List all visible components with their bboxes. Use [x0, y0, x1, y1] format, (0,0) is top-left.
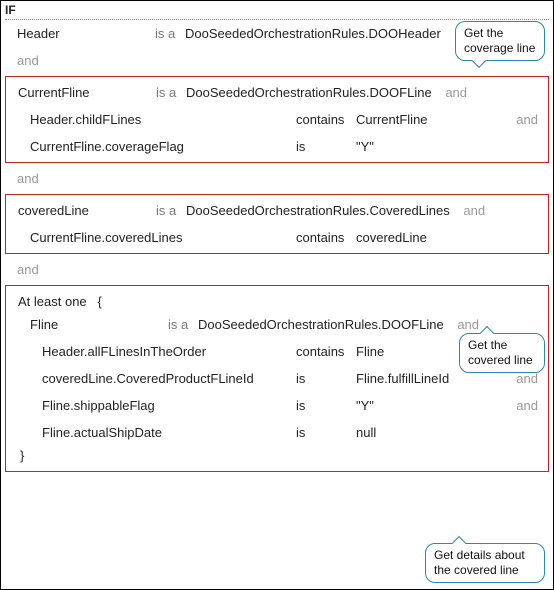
condition-left: Fline.shippableFlag — [6, 398, 296, 413]
condition-left: coveredLine.CoveredProductFLineId — [6, 371, 296, 386]
and-connector: and — [445, 85, 467, 100]
condition-block-1: CurrentFline is a DooSeededOrchestration… — [5, 76, 549, 163]
condition-value: "Y" — [356, 139, 508, 154]
condition-left: Header.childFLines — [6, 112, 296, 127]
condition-op: is — [296, 371, 356, 386]
condition-block-2: coveredLine is a DooSeededOrchestrationR… — [5, 194, 549, 254]
condition-value: Fline.fulfillLineId — [356, 371, 508, 386]
variable-name: CurrentFline — [6, 85, 156, 100]
condition-op: contains — [296, 344, 356, 359]
condition-left: Fline.actualShipDate — [6, 425, 296, 440]
condition-line: CurrentFline.coveredLines contains cover… — [6, 224, 548, 251]
if-keyword: IF — [1, 1, 553, 17]
callout-covered-line: Get the covered line — [459, 333, 545, 373]
and-connector: and — [508, 371, 548, 386]
condition-value: null — [356, 425, 508, 440]
type-text: DooSeededOrchestrationRules.DOOFLine — [198, 317, 444, 332]
condition-block-3: At least one { Fline is a DooSeededOrche… — [5, 285, 549, 472]
and-connector: and — [508, 398, 548, 413]
is-a-label: is a — [168, 317, 198, 332]
variable-name: coveredLine — [6, 203, 156, 218]
open-brace: { — [98, 294, 102, 309]
rule-body: Header is a DooSeededOrchestrationRules.… — [1, 20, 553, 478]
condition-left: Header.allFLinesInTheOrder — [6, 344, 296, 359]
condition-left: CurrentFline.coveredLines — [6, 230, 296, 245]
is-a-label: is a — [155, 26, 185, 41]
condition-op: is — [296, 139, 356, 154]
callout-coverage-line: Get the coverage line — [455, 21, 545, 61]
variable-name: Fline — [6, 317, 168, 332]
callout-text: Get the coverage line — [464, 26, 535, 55]
declaration-row: CurrentFline is a DooSeededOrchestration… — [6, 79, 548, 106]
condition-line: Fline.actualShipDate is null — [6, 419, 548, 446]
condition-line: Fline.shippableFlag is "Y" and — [6, 392, 548, 419]
callout-text: Get details about the covered line — [434, 548, 525, 577]
type-name: DooSeededOrchestrationRules.DOOFLine and — [198, 317, 548, 332]
callout-details-covered-line: Get details about the covered line — [425, 543, 545, 583]
type-text: DooSeededOrchestrationRules.DOOFLine — [186, 85, 432, 100]
rule-editor-panel: IF Header is a DooSeededOrchestrationRul… — [0, 0, 554, 590]
condition-value: "Y" — [356, 398, 508, 413]
declaration-row: coveredLine is a DooSeededOrchestrationR… — [6, 197, 548, 224]
at-least-one: At least one { — [6, 288, 548, 311]
type-name: DooSeededOrchestrationRules.CoveredLines… — [186, 203, 548, 218]
variable-name: Header — [5, 26, 155, 41]
callout-text: Get the covered line — [468, 338, 533, 367]
at-least-label: At least one — [18, 294, 87, 309]
and-connector: and — [508, 112, 548, 127]
close-brace: } — [6, 446, 548, 469]
is-a-label: is a — [156, 85, 186, 100]
condition-op: contains — [296, 230, 356, 245]
condition-op: is — [296, 425, 356, 440]
condition-line: Header.childFLines contains CurrentFline… — [6, 106, 548, 133]
condition-left: CurrentFline.coverageFlag — [6, 139, 296, 154]
condition-op: contains — [296, 112, 356, 127]
and-connector: and — [5, 165, 549, 192]
condition-value: CurrentFline — [356, 112, 508, 127]
condition-op: is — [296, 398, 356, 413]
type-name: DooSeededOrchestrationRules.DOOFLine and — [186, 85, 548, 100]
is-a-label: is a — [156, 203, 186, 218]
condition-value: coveredLine — [356, 230, 508, 245]
and-connector: and — [5, 256, 549, 283]
type-text: DooSeededOrchestrationRules.CoveredLines — [186, 203, 450, 218]
and-connector: and — [457, 317, 479, 332]
and-connector: and — [463, 203, 485, 218]
condition-line: CurrentFline.coverageFlag is "Y" — [6, 133, 548, 160]
